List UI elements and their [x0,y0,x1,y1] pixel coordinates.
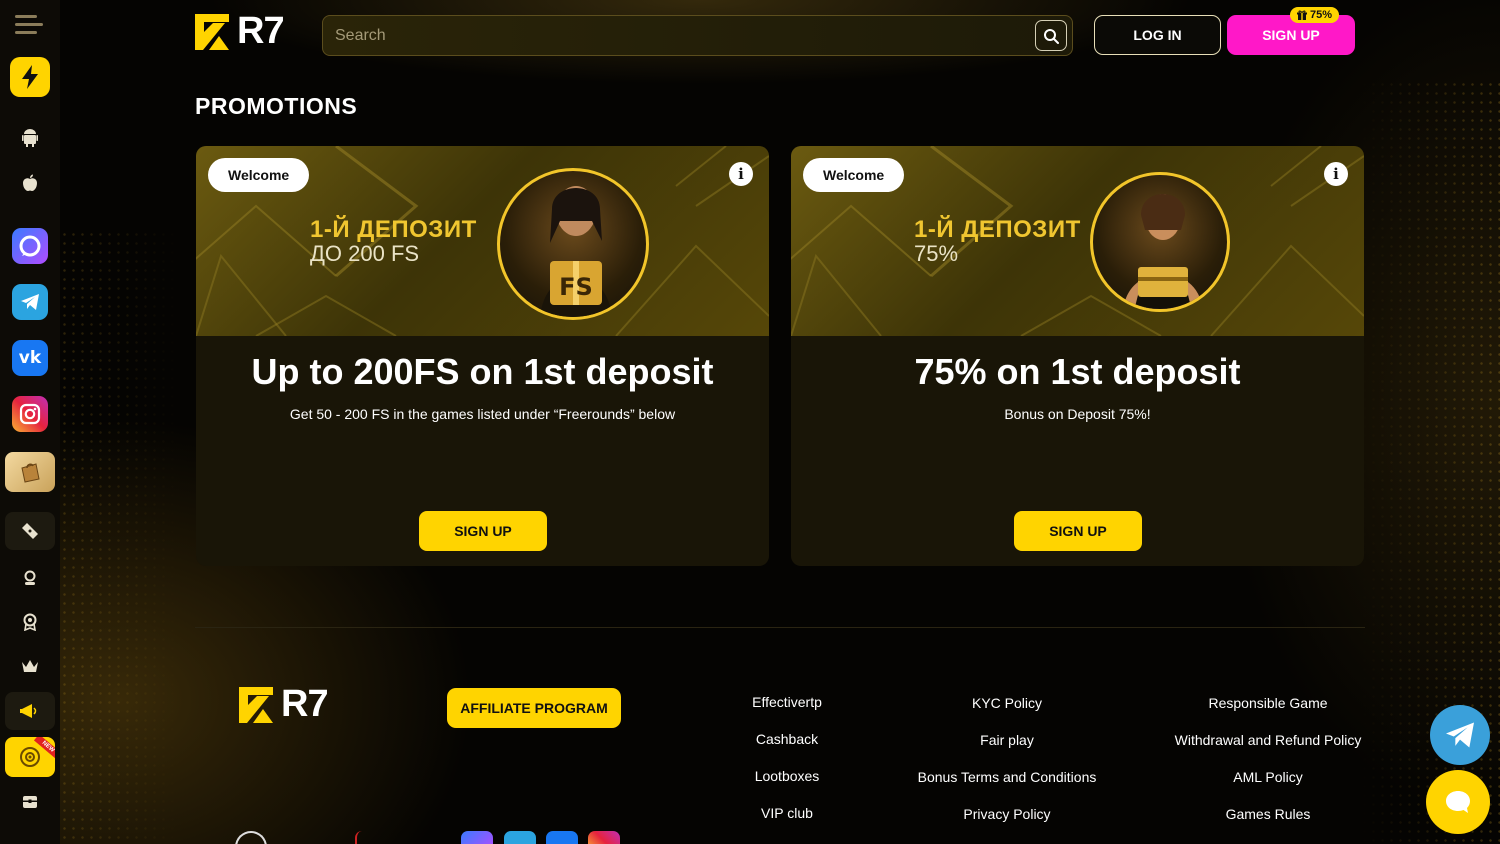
search-button[interactable] [1035,20,1067,51]
logo-text: R7 [237,10,285,52]
promo-heading: Up to 200FS on 1st deposit [251,351,714,392]
footer-link-cashback[interactable]: Cashback [756,731,818,747]
support-icon[interactable] [0,568,60,588]
promo-tag: Welcome [803,158,905,192]
chat-app-icon[interactable] [461,831,493,844]
portrait-fs-label: FS [559,273,593,301]
sidebar-item-wheel[interactable]: NEW [0,737,60,777]
promo-signup-button[interactable]: SIGN UP [1014,511,1142,551]
info-icon[interactable]: i [729,162,753,186]
search-bar [322,15,1073,56]
r7-logo-icon [239,686,273,723]
banner-subline: 75% [914,241,959,266]
promo-signup-button[interactable]: SIGN UP [419,511,547,551]
sidebar-item-tickets[interactable] [0,512,60,550]
sidebar-item-lightning[interactable] [0,57,60,97]
instagram-icon[interactable] [0,396,60,432]
chat-app-icon[interactable] [0,228,60,264]
sidebar: vk NEW [0,0,60,844]
chest-icon[interactable] [0,792,60,812]
footer-link-fair-play[interactable]: Fair play [980,732,1034,748]
search-icon [1044,28,1059,44]
sidebar-item-promo[interactable] [0,692,60,730]
menu-icon[interactable] [0,12,60,38]
crown-icon[interactable] [0,656,60,676]
footer-link-lootboxes[interactable]: Lootboxes [755,768,820,784]
footer-link-withdrawal-policy[interactable]: Withdrawal and Refund Policy [1175,732,1362,748]
banner-subline: ДО 200 FS [310,241,420,266]
license-icon [355,831,371,844]
footer-link-responsible-game[interactable]: Responsible Game [1208,695,1327,711]
instagram-icon[interactable] [588,831,620,844]
signup-bonus-badge: 75% [1290,7,1340,23]
background-dots-left [60,230,180,844]
promo-portrait: FS [497,168,649,320]
age-restriction-icon [235,831,267,844]
gift-icon [1297,10,1307,20]
page-title: PROMOTIONS [195,93,358,119]
promo-banner: Welcome i 1-Й ДЕПОЗИТ ДО 200 FS FS [196,146,769,336]
affiliate-program-button[interactable]: AFFILIATE PROGRAM [447,688,621,728]
ticket-icon [5,512,55,550]
promo-description: Get 50 - 200 FS in the games listed unde… [289,406,676,422]
apple-icon[interactable] [0,173,60,193]
megaphone-icon [5,692,55,730]
info-icon[interactable]: i [1324,162,1348,186]
footer-link-aml-policy[interactable]: AML Policy [1233,769,1303,785]
header-logo[interactable]: R7 [195,10,285,53]
footer-link-bonus-terms[interactable]: Bonus Terms and Conditions [918,769,1097,785]
footer-link-vip-club[interactable]: VIP club [761,805,813,821]
footer-divider [195,627,1365,628]
vk-icon[interactable] [546,831,578,844]
promo-card: Welcome i 1-Й ДЕПОЗИТ ДО 200 FS FS Up to… [196,146,769,566]
search-input[interactable] [335,25,1025,47]
telegram-icon[interactable] [0,284,60,320]
shopping-bag-icon [5,452,55,492]
promo-card: Welcome i 1-Й ДЕПОЗИТ 75% 75% on 1st dep… [791,146,1364,566]
footer-link-kyc-policy[interactable]: KYC Policy [972,695,1042,711]
footer-link-games-rules[interactable]: Games Rules [1226,806,1311,822]
lightning-icon [10,57,50,97]
promo-banner: Welcome i 1-Й ДЕПОЗИТ 75% [791,146,1364,336]
sidebar-item-shop[interactable] [0,452,60,492]
banner-headline: 1-Й ДЕПОЗИТ [914,216,1081,243]
signup-badge-text: 75% [1310,9,1333,21]
promo-tag: Welcome [208,158,310,192]
award-icon[interactable] [0,612,60,632]
logo-text: R7 [281,683,329,725]
telegram-float-button[interactable] [1430,705,1490,765]
footer-logo[interactable]: R7 [239,683,329,726]
promo-heading: 75% on 1st deposit [914,351,1241,392]
vk-icon[interactable]: vk [0,340,60,376]
chat-bubble-icon [1446,791,1470,813]
wheel-icon: NEW [5,737,55,777]
live-chat-button[interactable] [1426,770,1490,834]
telegram-icon [1446,722,1474,748]
promo-description: Bonus on Deposit 75%! [1004,406,1151,422]
footer-link-effectivertp[interactable]: Effectivertp [752,694,822,710]
promo-portrait [1090,172,1230,312]
footer-link-privacy-policy[interactable]: Privacy Policy [963,806,1050,822]
login-button[interactable]: LOG IN [1094,15,1221,55]
banner-headline: 1-Й ДЕПОЗИТ [310,216,477,243]
telegram-icon[interactable] [504,831,536,844]
r7-logo-icon [195,13,229,50]
android-icon[interactable] [0,128,60,148]
